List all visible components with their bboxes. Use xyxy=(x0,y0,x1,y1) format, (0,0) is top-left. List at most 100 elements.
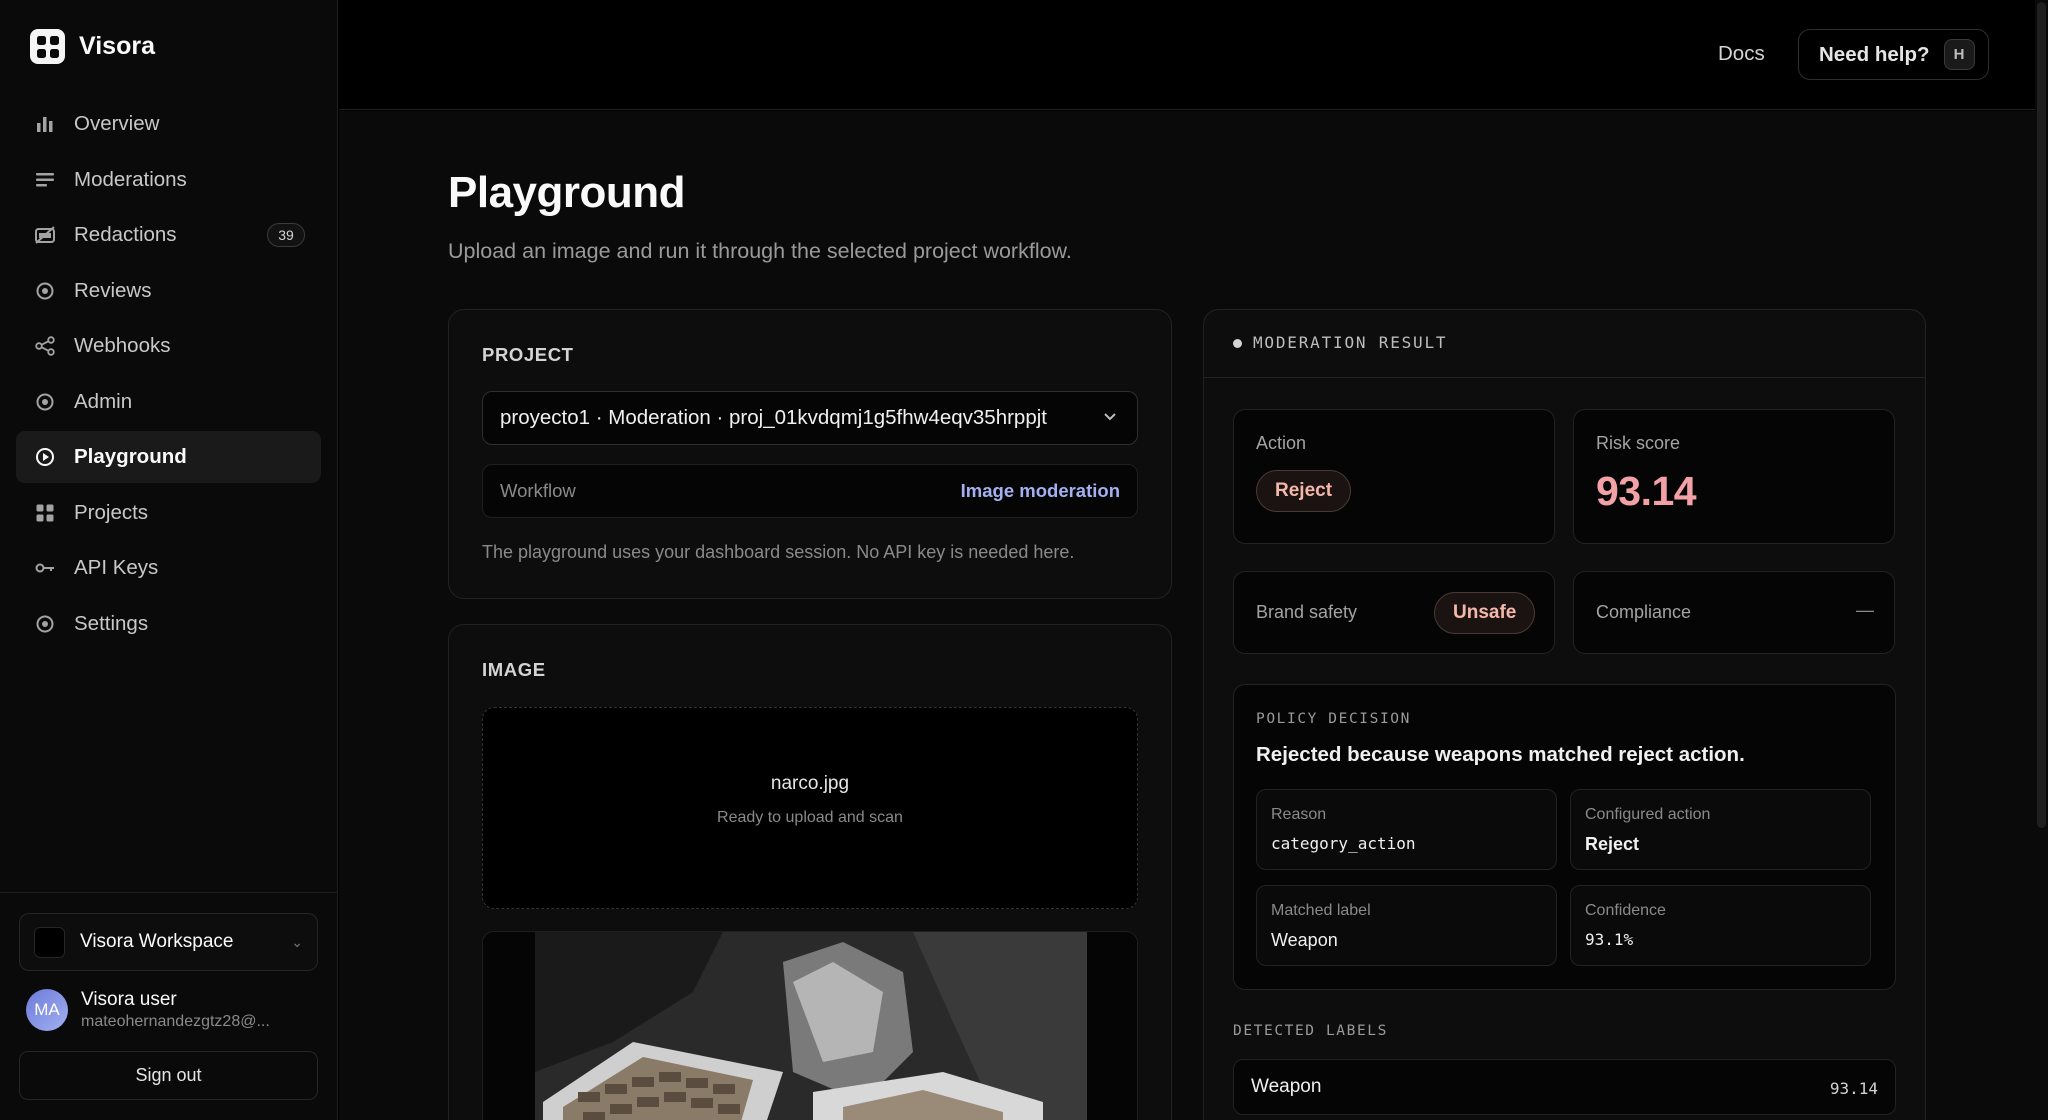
matched-label-label: Matched label xyxy=(1271,902,1371,919)
page-subtitle: Upload an image and run it through the s… xyxy=(448,239,1072,263)
policy-decision-title: POLICY DECISION xyxy=(1256,711,1411,727)
confidence-field: Confidence 93.1% xyxy=(1570,885,1871,966)
detected-label-name: Weapon xyxy=(1251,1076,1322,1097)
redaction-icon xyxy=(34,224,56,246)
top-bar: Docs Need help? H xyxy=(339,0,2048,110)
compliance-label: Compliance xyxy=(1596,602,1692,622)
action-label: Action xyxy=(1256,433,1307,453)
sidebar-item-label: API Keys xyxy=(74,556,159,579)
risk-score-stat: Risk score 93.14 xyxy=(1573,409,1895,544)
configured-action-label: Configured action xyxy=(1585,806,1711,823)
sidebar-nav: Overview Moderations Redactions 39 Revie… xyxy=(16,98,321,653)
redactions-count-badge: 39 xyxy=(267,223,305,247)
brand-safety-badge: Unsafe xyxy=(1434,592,1536,634)
sidebar-item-label: Playground xyxy=(74,445,187,468)
project-select-value: proyecto1 · Moderation · proj_01kvdqmj1g… xyxy=(500,406,1047,429)
sidebar-item-webhooks[interactable]: Webhooks xyxy=(16,320,321,372)
workflow-row: Workflow Image moderation xyxy=(482,464,1138,518)
workflow-value: Image moderation xyxy=(960,480,1120,501)
share-icon xyxy=(34,335,56,357)
uploaded-photo xyxy=(483,932,1137,1120)
policy-decision-panel: POLICY DECISION Rejected because weapons… xyxy=(1233,684,1896,990)
brand-safety-label: Brand safety xyxy=(1256,602,1358,622)
workspace-name: Visora Workspace xyxy=(80,931,234,952)
compliance-value: — xyxy=(1856,600,1874,620)
avatar: MA xyxy=(26,989,68,1031)
image-preview xyxy=(482,931,1138,1120)
grid-icon xyxy=(34,502,56,524)
action-badge: Reject xyxy=(1256,470,1352,512)
sidebar: Visora Overview Moderations Redactions 3… xyxy=(0,0,338,1120)
brand[interactable]: Visora xyxy=(30,29,155,64)
action-stat: Action Reject xyxy=(1233,409,1555,544)
project-select[interactable]: proyecto1 · Moderation · proj_01kvdqmj1g… xyxy=(482,391,1138,445)
policy-decision-text: Rejected because weapons matched reject … xyxy=(1256,743,1745,766)
risk-score-label: Risk score xyxy=(1596,433,1681,453)
key-icon xyxy=(34,557,56,579)
need-help-button[interactable]: Need help? H xyxy=(1798,29,1989,80)
result-header: MODERATION RESULT xyxy=(1203,309,1926,378)
workspace-switcher[interactable]: Visora Workspace ⌄ xyxy=(19,913,318,971)
user-name: Visora user xyxy=(81,989,177,1010)
workflow-label: Workflow xyxy=(500,480,576,501)
sidebar-item-redactions[interactable]: Redactions 39 xyxy=(16,209,321,261)
configured-action-value: Reject xyxy=(1585,834,1640,854)
sidebar-item-reviews[interactable]: Reviews xyxy=(16,265,321,317)
status-dot-icon xyxy=(1233,339,1242,348)
sidebar-item-settings[interactable]: Settings xyxy=(16,598,321,650)
visora-logo-icon xyxy=(30,29,65,64)
detected-label-row: Weapon 93.14 xyxy=(1233,1059,1896,1115)
brand-name: Visora xyxy=(79,32,155,60)
reason-field: Reason category_action xyxy=(1256,789,1557,870)
configured-action-field: Configured action Reject xyxy=(1570,789,1871,870)
play-circle-icon xyxy=(34,446,56,468)
sidebar-item-label: Reviews xyxy=(74,278,152,302)
sidebar-footer: Visora Workspace ⌄ MA Visora user mateoh… xyxy=(0,892,338,1120)
sidebar-item-api-keys[interactable]: API Keys xyxy=(16,542,321,594)
sidebar-item-overview[interactable]: Overview xyxy=(16,98,321,150)
scrollbar-thumb[interactable] xyxy=(2037,2,2046,828)
compliance-stat: Compliance — xyxy=(1573,571,1895,654)
file-name: narco.jpg xyxy=(770,773,850,794)
sidebar-item-projects[interactable]: Projects xyxy=(16,487,321,539)
docs-link[interactable]: Docs xyxy=(1718,42,1765,66)
chevron-down-icon xyxy=(1104,413,1116,421)
reason-value: category_action xyxy=(1271,834,1416,853)
image-section-label: IMAGE xyxy=(482,659,546,680)
risk-score-value: 93.14 xyxy=(1596,468,1697,514)
user-profile[interactable]: MA Visora user mateohernandezgtz28@... xyxy=(26,989,270,1031)
image-dropzone[interactable]: narco.jpg Ready to upload and scan xyxy=(482,707,1138,909)
detected-labels-title: DETECTED LABELS xyxy=(1233,1023,1388,1039)
sidebar-item-label: Redactions xyxy=(74,223,177,246)
detected-label-score: 93.14 xyxy=(1829,1079,1878,1098)
sign-out-button[interactable]: Sign out xyxy=(19,1051,318,1100)
brand-safety-stat: Brand safety Unsafe xyxy=(1233,571,1555,654)
sidebar-item-playground[interactable]: Playground xyxy=(16,431,321,483)
bar-chart-icon xyxy=(34,113,56,135)
target-icon xyxy=(34,613,56,635)
page-title: Playground xyxy=(448,168,686,217)
sidebar-item-admin[interactable]: Admin xyxy=(16,376,321,428)
sidebar-item-label: Overview xyxy=(74,112,160,135)
help-shortcut-key: H xyxy=(1943,39,1975,70)
need-help-label: Need help? xyxy=(1819,42,1930,66)
sidebar-item-label: Moderations xyxy=(74,167,187,191)
confidence-label: Confidence xyxy=(1585,902,1666,919)
matched-label-value: Weapon xyxy=(1271,930,1338,950)
session-note: The playground uses your dashboard sessi… xyxy=(482,542,1075,562)
chevron-down-icon: ⌄ xyxy=(291,933,303,950)
sidebar-item-moderations[interactable]: Moderations xyxy=(16,154,321,206)
project-section-label: PROJECT xyxy=(482,344,574,365)
user-email: mateohernandezgtz28@... xyxy=(81,1013,270,1030)
confidence-value: 93.1% xyxy=(1585,930,1634,949)
reason-label: Reason xyxy=(1271,806,1327,823)
sidebar-item-label: Projects xyxy=(74,500,149,524)
workspace-icon xyxy=(34,926,65,958)
list-icon xyxy=(34,169,56,191)
sidebar-item-label: Webhooks xyxy=(74,334,171,357)
sidebar-item-label: Settings xyxy=(74,611,149,635)
target-icon xyxy=(34,280,56,302)
sidebar-item-label: Admin xyxy=(74,389,133,413)
matched-label-field: Matched label Weapon xyxy=(1256,885,1557,966)
target-icon xyxy=(34,391,56,413)
